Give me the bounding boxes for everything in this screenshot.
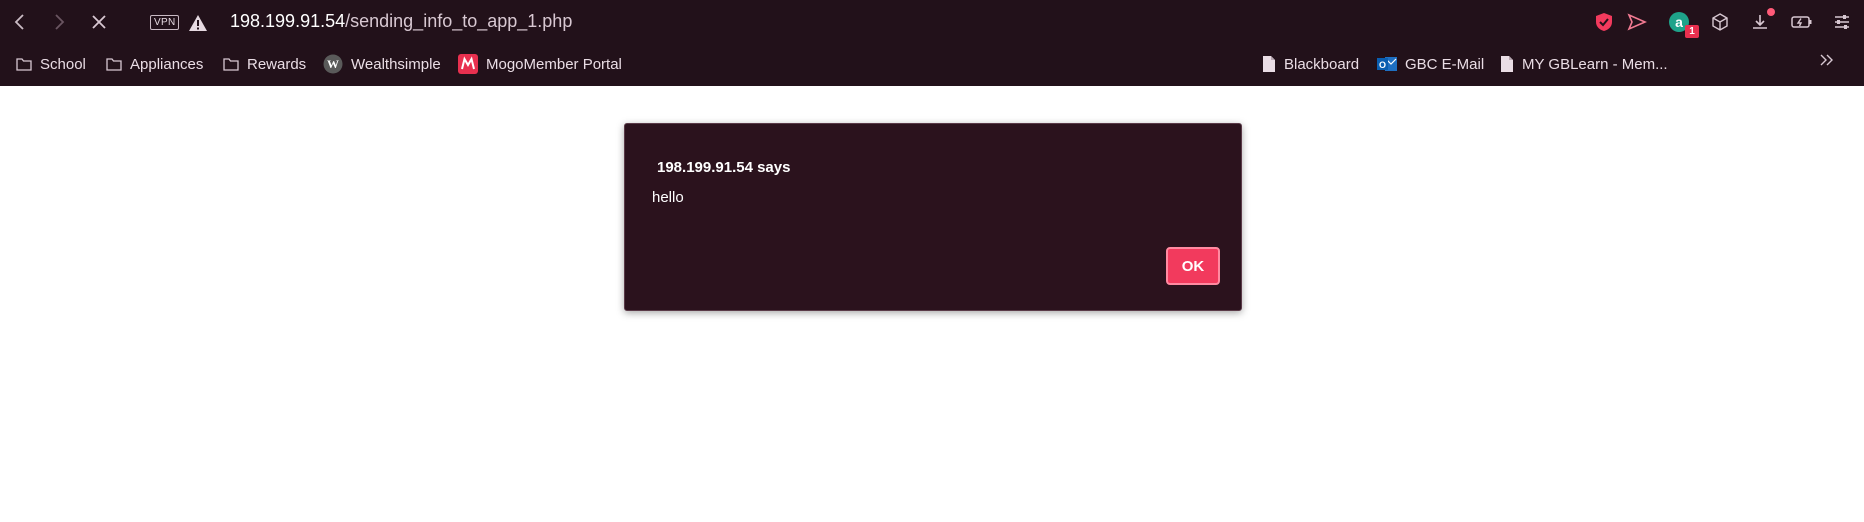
wealthsimple-icon: W	[323, 54, 343, 74]
shield-button[interactable]	[1592, 10, 1616, 34]
bookmark-gbc-email[interactable]: O GBC E-Mail	[1377, 52, 1484, 76]
bookmark-label: GBC E-Mail	[1405, 55, 1485, 73]
warning-icon[interactable]	[188, 13, 208, 33]
page-content: 198.199.91.54 says hello OK	[0, 86, 1864, 522]
page-icon	[1501, 56, 1513, 72]
battery-saver-button[interactable]	[1790, 10, 1814, 34]
bookmark-label: Wealthsimple	[351, 55, 441, 73]
svg-text:O: O	[1379, 60, 1386, 70]
svg-text:W: W	[327, 57, 339, 71]
browser-toolbar: VPN 198.199.91.54/sending_info_to_app_1.…	[0, 0, 1864, 44]
send-icon	[1627, 13, 1647, 31]
bookmark-label: Rewards	[247, 55, 307, 73]
battery-icon	[1791, 16, 1812, 28]
chevron-left-icon	[14, 14, 24, 30]
outlook-icon: O	[1377, 57, 1397, 71]
send-button[interactable]	[1625, 10, 1649, 34]
vpn-badge[interactable]: VPN	[150, 15, 180, 30]
chevron-right-icon	[55, 14, 65, 30]
bookmark-label: Blackboard	[1284, 55, 1360, 73]
back-button[interactable]	[8, 10, 32, 34]
download-icon	[1753, 15, 1767, 29]
shield-icon	[1596, 13, 1612, 31]
folder-icon	[223, 58, 239, 71]
double-chevron-right-icon	[1820, 54, 1833, 66]
address-bar[interactable]: 198.199.91.54/sending_info_to_app_1.php	[230, 11, 572, 32]
browser-chrome: VPN 198.199.91.54/sending_info_to_app_1.…	[0, 0, 1864, 86]
bookmark-school[interactable]: School	[16, 52, 86, 76]
bookmark-rewards[interactable]: Rewards	[223, 52, 306, 76]
url-path: /sending_info_to_app_1.php	[345, 11, 573, 31]
bookmark-label: MogoMember Portal	[486, 55, 622, 73]
extension-badge: 1	[1685, 25, 1699, 38]
dialog-title: 198.199.91.54 says	[657, 159, 791, 176]
page-icon	[1263, 56, 1275, 72]
folder-icon	[106, 58, 122, 71]
close-icon	[92, 15, 106, 29]
bookmark-mogo[interactable]: MogoMember Portal	[458, 52, 622, 76]
folder-icon	[16, 58, 32, 71]
svg-text:a: a	[1675, 14, 1683, 30]
bookmark-gblearn[interactable]: MY GBLearn - Mem...	[1500, 52, 1668, 76]
alert-dialog: 198.199.91.54 says hello OK	[624, 123, 1242, 311]
bookmark-wealthsimple[interactable]: W Wealthsimple	[323, 52, 441, 76]
notification-dot	[1767, 8, 1775, 16]
bookmark-label: Appliances	[130, 55, 204, 73]
bookmark-label: MY GBLearn - Mem...	[1522, 55, 1668, 73]
bookmark-label: School	[40, 55, 86, 73]
bookmarks-bar: School Appliances Rewards W Wealthsimple…	[0, 46, 1864, 82]
mogo-icon	[458, 54, 478, 74]
bookmark-appliances[interactable]: Appliances	[106, 52, 203, 76]
cube-button[interactable]	[1708, 10, 1732, 34]
dialog-message: hello	[652, 189, 684, 206]
url-host: 198.199.91.54	[230, 11, 346, 31]
cube-icon	[1712, 13, 1728, 31]
sliders-icon	[1835, 15, 1849, 29]
forward-button[interactable]	[47, 10, 71, 34]
stop-loading-button[interactable]	[87, 10, 111, 34]
ok-button[interactable]: OK	[1166, 247, 1220, 285]
easy-setup-button[interactable]	[1830, 10, 1854, 34]
more-bookmarks-button[interactable]	[1814, 48, 1838, 72]
bookmark-blackboard[interactable]: Blackboard	[1262, 52, 1359, 76]
